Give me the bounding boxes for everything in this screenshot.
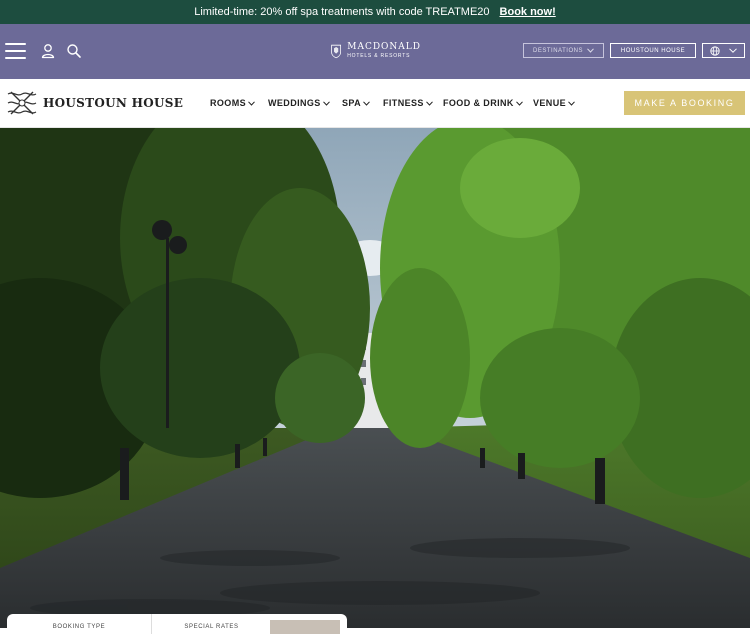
nav-item-venue[interactable]: VENUE [533, 98, 575, 108]
booking-widget: BOOKING TYPE SPECIAL RATES [7, 614, 347, 634]
chevron-down-icon [587, 48, 594, 53]
globe-icon [710, 45, 720, 56]
nav-item-food-drink[interactable]: FOOD & DRINK [443, 98, 523, 108]
book-now-link[interactable]: Book now! [500, 6, 556, 18]
chevron-down-icon [425, 100, 433, 106]
chevron-down-icon [363, 100, 370, 106]
chevron-down-icon [515, 100, 523, 106]
user-icon[interactable] [40, 43, 56, 59]
promo-text: Limited-time: 20% off spa treatments wit… [194, 6, 490, 18]
main-nav: HOUSTOUN HOUSE ROOMS WEDDINGS SPA FITNES… [0, 79, 750, 128]
nav-item-label: ROOMS [210, 98, 247, 108]
hotel-selector-label: HOUSTOUN HOUSE [620, 47, 686, 54]
hotel-name: HOUSTOUN HOUSE [43, 96, 184, 110]
booking-type-field[interactable]: BOOKING TYPE [7, 614, 152, 634]
macdonald-logo[interactable]: MACDONALD HOTELS & RESORTS [331, 38, 421, 64]
nav-item-label: FITNESS [383, 98, 424, 108]
chevron-down-icon [729, 48, 737, 53]
hotel-crest-icon [331, 44, 342, 58]
booking-type-label: BOOKING TYPE [52, 624, 106, 630]
nav-item-fitness[interactable]: FITNESS [383, 98, 433, 108]
special-rates-label: SPECIAL RATES [184, 624, 239, 630]
destinations-label: DESTINATIONS [533, 47, 583, 54]
menu-icon[interactable] [5, 43, 26, 59]
brand-name: MACDONALD [347, 42, 421, 52]
chevron-down-icon [568, 100, 575, 106]
nav-item-weddings[interactable]: WEDDINGS [268, 98, 330, 108]
nav-item-label: VENUE [533, 98, 567, 108]
destinations-dropdown[interactable]: DESTINATIONS [523, 43, 604, 58]
promo-banner: Limited-time: 20% off spa treatments wit… [0, 0, 750, 24]
chevron-down-icon [248, 100, 255, 106]
chevron-down-icon [322, 100, 330, 106]
nav-item-rooms[interactable]: ROOMS [210, 98, 255, 108]
nav-item-label: FOOD & DRINK [443, 98, 514, 108]
booking-search-button[interactable] [270, 620, 340, 634]
special-rates-field[interactable]: SPECIAL RATES [153, 614, 270, 634]
top-header: MACDONALD HOTELS & RESORTS DESTINATIONS … [0, 24, 750, 79]
nav-item-spa[interactable]: SPA [342, 98, 370, 108]
hotel-crest-icon [7, 91, 37, 115]
houstoun-house-logo[interactable]: HOUSTOUN HOUSE [5, 90, 183, 116]
nav-item-label: WEDDINGS [268, 98, 321, 108]
language-selector[interactable] [702, 43, 745, 58]
hero-image [0, 128, 750, 628]
nav-item-label: SPA [342, 98, 362, 108]
brand-subtitle: HOTELS & RESORTS [347, 53, 411, 59]
hotel-selector-button[interactable]: HOUSTOUN HOUSE [610, 43, 696, 58]
make-a-booking-button[interactable]: MAKE A BOOKING [624, 91, 745, 115]
search-icon[interactable] [66, 43, 82, 59]
